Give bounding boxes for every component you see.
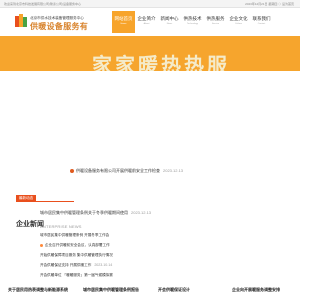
logo-title[interactable]: 供暖设备服务有 — [30, 21, 88, 32]
nav-label: 网站首页 — [114, 16, 133, 21]
nav-label-en: Service — [211, 23, 220, 25]
news-list-item[interactable]: 开会供暖保证支持 开展供暖工作 2023.10.14 — [40, 263, 112, 268]
main-nav: 网站首页 Home 企业简介 About 新闻中心 News 供热技术 Tech… — [112, 11, 273, 33]
date-text[interactable]: 2023年12月21日 星期四 ◇ 设为首页 — [245, 2, 294, 6]
news-title: 城市居民集中供暖管理条例 开展冬季工作会 — [40, 233, 110, 237]
news-title: 城市居民集中供暖管理条例关于冬季供暖期间使用 — [40, 210, 128, 215]
bullet-icon — [70, 168, 74, 173]
news-title: 开会供暖保证支持 开展供暖工作 — [40, 263, 92, 267]
news-date: 2023.10.14 — [94, 263, 113, 267]
nav-label-en: Technology — [186, 23, 199, 25]
news-date: 2023.12.13 — [163, 168, 184, 173]
card-title[interactable]: 城市居民集中供暖管理条例报告 — [83, 287, 147, 300]
logo-icon — [15, 14, 27, 27]
nav-label-en: Home — [120, 23, 127, 25]
nav-home[interactable]: 网站首页 Home — [112, 11, 135, 33]
section-subtitle: ENTERPRISE NEWS — [40, 224, 82, 229]
bullet-icon — [40, 243, 43, 247]
news-list-item[interactable]: 企业召开供暖前安全会议，认真部署工作 — [40, 243, 110, 248]
nav-label: 新闻中心 — [160, 16, 179, 21]
nav-contact[interactable]: 联系我们 Contact — [250, 11, 273, 33]
tag-underline — [16, 201, 74, 202]
banner-slogan: 家家暖热热服 — [92, 55, 230, 71]
news-title: 开会供暖单位 「暖暖服务」第一届气候模拟赛 — [40, 273, 113, 277]
news-title: 企业召开供暖前安全会议，认真部署工作 — [45, 243, 110, 247]
nav-label: 联系我们 — [252, 16, 271, 21]
card-title[interactable]: 企业向开展暖服务调整安排 — [232, 287, 296, 300]
nav-label: 供热服务 — [206, 16, 225, 21]
nav-service[interactable]: 供热服务 Service — [204, 11, 227, 33]
top-news-item[interactable]: 城市居民集中供暖管理条例关于冬季供暖期间使用 2023.12.13 — [40, 210, 151, 216]
card-title[interactable]: 关于居民用热表调整与新能源系统 — [8, 287, 72, 300]
nav-label: 企业简介 — [137, 16, 156, 21]
card-title[interactable]: 开会供暖保证设计 — [158, 287, 222, 300]
news-list-item[interactable]: 城市居民集中供暖管理条例 开展冬季工作会 — [40, 233, 109, 238]
nav-label-en: Culture — [234, 23, 243, 25]
nav-label-en: News — [166, 23, 173, 25]
top-bar: 欢迎来到北京市科技发展有限公司(隆泰公司)设备服务中心 2023年12月21日 … — [0, 0, 300, 8]
hero-banner: 家家暖热热服 — [0, 36, 300, 71]
news-list-item[interactable]: 开会供暖单位 「暖暖服务」第一届气候模拟赛 — [40, 273, 113, 278]
nav-about[interactable]: 企业简介 About — [135, 11, 158, 33]
nav-technology[interactable]: 供热技术 Technology — [181, 11, 204, 33]
news-date: 2023.12.13 — [131, 210, 152, 215]
welcome-text: 欢迎来到北京市科技发展有限公司(隆泰公司)设备服务中心 — [4, 2, 81, 6]
news-list-item[interactable]: 开始供暖保障项目服务 集中供暖管理执行情况 — [40, 253, 113, 258]
nav-culture[interactable]: 企业文化 Culture — [227, 11, 250, 33]
news-title: 开始供暖保障项目服务 集中供暖管理执行情况 — [40, 253, 113, 257]
nav-news[interactable]: 新闻中心 News — [158, 11, 181, 33]
nav-label-en: Contact — [257, 23, 266, 25]
nav-label: 供热技术 — [183, 16, 202, 21]
top-news-item[interactable]: 供暖设备服务有限公司开展供暖前安全工作检查 2023.12.13 — [70, 168, 183, 174]
nav-label-en: About — [143, 23, 150, 25]
nav-label: 企业文化 — [229, 16, 248, 21]
news-title: 供暖设备服务有限公司开展供暖前安全工作检查 — [76, 168, 160, 173]
